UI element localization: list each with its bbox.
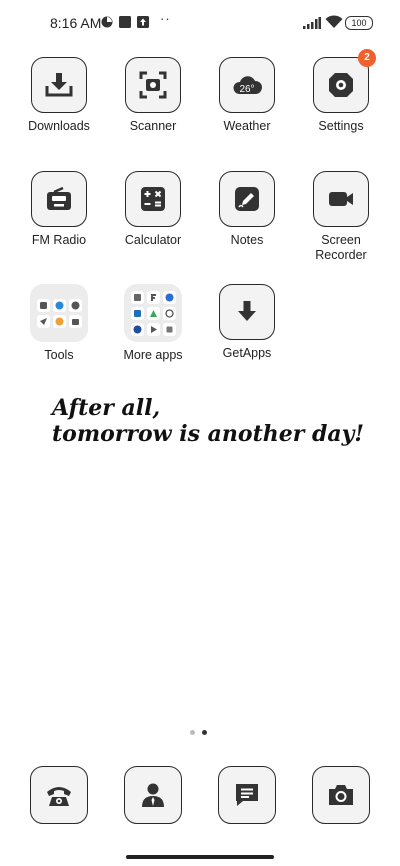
app-label: Scanner xyxy=(129,119,177,133)
download-icon xyxy=(31,57,87,113)
app-label: Screen Recorder xyxy=(315,233,367,262)
page-dot-active[interactable] xyxy=(202,730,207,735)
phone-icon xyxy=(30,766,88,824)
app-notes[interactable]: Notes xyxy=(200,171,294,248)
dock-contacts[interactable] xyxy=(106,766,200,824)
app-fm-radio[interactable]: FM Radio xyxy=(12,171,106,248)
mini-app-icon xyxy=(68,314,82,328)
app-getapps[interactable]: GetApps xyxy=(200,284,294,361)
app-scanner[interactable]: Scanner xyxy=(106,57,200,134)
folder-icon xyxy=(30,284,88,342)
app-downloads[interactable]: Downloads xyxy=(12,57,106,134)
notification-square-icon xyxy=(119,16,131,28)
mini-app-icon xyxy=(162,322,176,336)
battery-icon: 100 xyxy=(345,16,373,30)
wifi-icon xyxy=(325,15,343,28)
gear-icon: 2 xyxy=(313,49,376,113)
dock-messages[interactable] xyxy=(200,766,294,824)
status-time: 8:16 AM xyxy=(50,15,102,31)
dock-camera[interactable] xyxy=(294,766,388,824)
arrow-down-icon xyxy=(219,284,275,340)
app-label: Downloads xyxy=(28,119,90,133)
notification-badge: 2 xyxy=(358,49,376,67)
folder-icon xyxy=(124,284,182,342)
quote-line-1: After all, xyxy=(52,395,161,421)
mini-app-icon xyxy=(36,314,50,328)
more-notifications-icon: ·· xyxy=(160,11,171,26)
video-camera-icon xyxy=(313,171,369,227)
message-icon xyxy=(218,766,276,824)
contacts-icon xyxy=(124,766,182,824)
app-calculator[interactable]: Calculator xyxy=(106,171,200,248)
app-label: Notes xyxy=(230,233,264,247)
dock-phone[interactable] xyxy=(12,766,106,824)
mini-app-icon xyxy=(146,306,160,320)
mini-app-icon xyxy=(52,298,66,312)
app-weather[interactable]: 26° Weather xyxy=(200,57,294,134)
quote-line-2: tomorrow is another day! xyxy=(52,421,365,447)
mini-app-icon xyxy=(68,298,82,312)
calculator-icon xyxy=(125,171,181,227)
mini-app-icon xyxy=(130,306,144,320)
notes-icon xyxy=(219,171,275,227)
home-indicator[interactable] xyxy=(126,855,274,859)
app-label: Settings xyxy=(318,119,364,133)
app-label: Weather xyxy=(223,119,271,133)
quote-widget[interactable]: After all, tomorrow is another day! xyxy=(52,395,364,447)
folder-label: More apps xyxy=(123,348,183,362)
app-label: FM Radio xyxy=(31,233,87,247)
mini-app-icon xyxy=(130,290,144,304)
app-label: Calculator xyxy=(124,233,182,247)
page-indicator xyxy=(190,730,207,735)
folder-label: Tools xyxy=(44,348,74,362)
mini-app-icon xyxy=(146,322,160,336)
mini-app-icon xyxy=(36,298,50,312)
mini-app-icon xyxy=(162,290,176,304)
mini-app-icon xyxy=(52,314,66,328)
app-screen-recorder[interactable]: Screen Recorder xyxy=(294,171,388,263)
radio-icon xyxy=(31,171,87,227)
mini-app-icon xyxy=(146,290,160,304)
folder-tools[interactable]: Tools xyxy=(12,284,106,363)
mini-app-icon xyxy=(162,306,176,320)
mini-app-icon xyxy=(130,322,144,336)
folder-more-apps[interactable]: More apps xyxy=(106,284,200,363)
page-dot[interactable] xyxy=(190,730,195,735)
scanner-icon xyxy=(125,57,181,113)
weather-icon: 26° xyxy=(219,57,275,113)
app-label: GetApps xyxy=(222,346,272,360)
signal-icon xyxy=(303,17,321,29)
upload-notification-icon xyxy=(137,16,149,28)
app-settings[interactable]: 2 Settings xyxy=(294,49,388,134)
data-saver-icon xyxy=(101,16,113,28)
camera-icon xyxy=(312,766,370,824)
weather-temp: 26° xyxy=(239,84,254,95)
status-bar: 8:16 AM ·· 100 xyxy=(0,0,400,44)
